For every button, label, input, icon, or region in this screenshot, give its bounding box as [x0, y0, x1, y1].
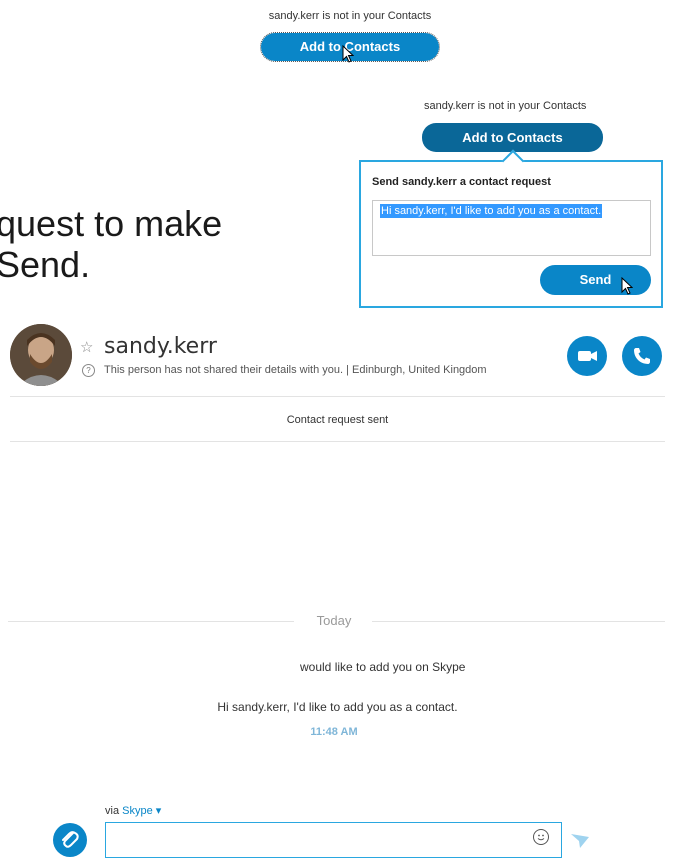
- contact-request-status: Contact request sent: [286, 414, 389, 426]
- via-label: via: [105, 805, 120, 817]
- video-call-button[interactable]: [567, 336, 607, 376]
- not-in-contacts-notice-2: sandy.kerr is not in your Contacts: [424, 100, 587, 112]
- via-service: Skype: [122, 805, 153, 817]
- date-divider: Today: [316, 613, 352, 628]
- add-request-message: would like to add you on Skype: [300, 660, 466, 674]
- emoji-icon[interactable]: [533, 829, 549, 845]
- message-timestamp: 11:48 AM: [310, 726, 358, 738]
- favorite-star-icon[interactable]: ☆: [80, 338, 93, 356]
- attach-button[interactable]: [53, 823, 87, 857]
- header-divider: [10, 396, 665, 397]
- video-camera-icon: [578, 351, 597, 361]
- slide-text-line2: Send.: [0, 244, 91, 285]
- mouse-cursor-icon: [342, 45, 354, 63]
- today-line-right: [372, 621, 665, 622]
- request-message-input[interactable]: Hi sandy.kerr, I'd like to add you as a …: [372, 200, 651, 256]
- avatar[interactable]: [10, 324, 72, 386]
- send-request-button[interactable]: Send: [540, 265, 651, 295]
- send-message-icon[interactable]: [570, 833, 590, 849]
- message-input[interactable]: [105, 822, 562, 858]
- mouse-cursor-icon-2: [621, 277, 633, 295]
- paperclip-icon: [62, 831, 79, 848]
- request-message-text: Hi sandy.kerr, I'd like to add you as a …: [380, 204, 603, 218]
- chat-message: Hi sandy.kerr, I'd like to add you as a …: [217, 700, 458, 714]
- audio-call-button[interactable]: [622, 336, 662, 376]
- chevron-down-icon: ▾: [155, 805, 162, 817]
- popup-title: Send sandy.kerr a contact request: [372, 176, 551, 188]
- today-line-left: [8, 621, 294, 622]
- not-in-contacts-notice: sandy.kerr is not in your Contacts: [268, 10, 432, 22]
- contact-name: sandy.kerr: [104, 334, 217, 359]
- slide-text-line1: quest to make: [0, 203, 223, 244]
- add-to-contacts-button-2[interactable]: Add to Contacts: [422, 123, 603, 152]
- contact-details: This person has not shared their details…: [104, 364, 487, 376]
- help-icon: ?: [82, 364, 95, 377]
- status-divider: [10, 441, 665, 442]
- via-selector[interactable]: via Skype ▾: [105, 804, 161, 817]
- phone-icon: [634, 348, 650, 364]
